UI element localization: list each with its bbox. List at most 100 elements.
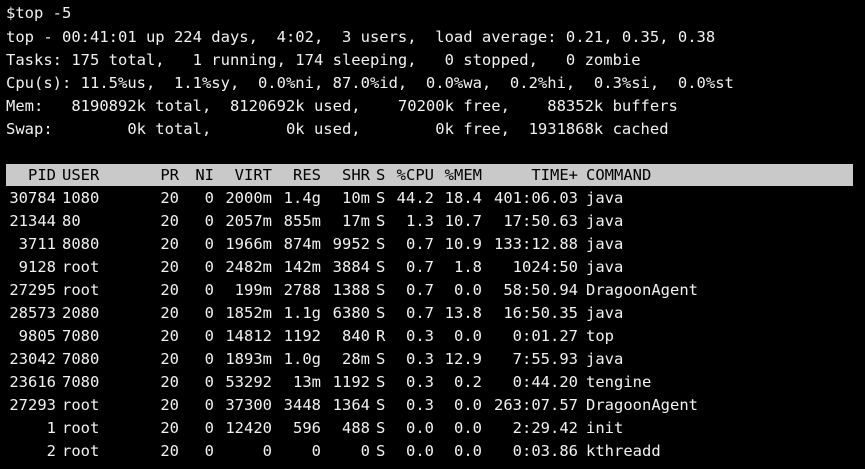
cell-user: 7080 [62,350,100,368]
cell-cpu: 0.7 [406,235,434,253]
cell-mem: 10.9 [444,235,482,253]
column-header-mem: %MEM [444,166,482,184]
cell-shr: 3884 [332,258,370,276]
cell-user: 7080 [62,373,100,391]
mem-line: Mem: 8190892k total, 8120692k used, 7020… [6,97,678,115]
cell-pr: 20 [160,396,179,414]
tasks-line: Tasks: 175 total, 1 running, 174 sleepin… [6,51,641,69]
cell-res: 2788 [283,281,321,299]
cell-command: kthreadd [586,442,661,460]
column-header-s: S [376,166,386,184]
cell-s: S [376,212,386,230]
table-row: 1 root 20 0 12420 596 488 S 0.0 0.0 2:29.42 init [0,417,865,439]
cell-virt: 1852m [225,304,272,322]
cell-shr: 9952 [332,235,370,253]
cell-shr: 6380 [332,304,370,322]
cell-pid: 21344 [9,212,56,230]
cell-res: 596 [293,419,321,437]
cell-mem: 0.2 [454,373,482,391]
cell-s: S [376,442,386,460]
cell-res: 13m [293,373,321,391]
column-header-command: COMMAND [586,166,652,184]
cell-virt: 2482m [225,258,272,276]
cell-user: 7080 [62,327,100,345]
cell-pr: 20 [160,419,179,437]
cell-time: 263:07.57 [494,396,578,414]
cell-s: S [376,350,386,368]
cell-ni: 0 [204,373,214,391]
cell-time: 0:44.20 [512,373,578,391]
cell-virt: 0 [262,442,272,460]
cell-time: 58:50.94 [503,281,578,299]
table-row: 9805 7080 20 0 14812 1192 840 R 0.3 0.0 0:01.27 top [0,325,865,347]
cell-command: DragoonAgent [586,281,698,299]
table-row: 3711 8080 20 0 1966m 874m 9952 S 0.7 10.9 133:12.8… [0,233,865,255]
cell-res: 142m [283,258,321,276]
cell-virt: 1966m [225,235,272,253]
cell-pr: 20 [160,350,179,368]
cell-cpu: 0.0 [406,419,434,437]
table-header: PID USER PR NI VIRT RES SHR S %CPU %MEM TIME+ COMMA… [0,164,865,186]
cell-s: S [376,396,386,414]
table-row: 30784 1080 20 0 2000m 1.4g 10m S 44.2 18.4 401:06.… [0,187,865,209]
cell-pr: 20 [160,258,179,276]
cell-pr: 20 [160,442,179,460]
cell-pid: 28573 [9,304,56,322]
column-header-time: TIME+ [531,166,578,184]
cell-user: root [62,419,100,437]
cell-pr: 20 [160,304,179,322]
cell-shr: 1364 [332,396,370,414]
cell-mem: 18.4 [444,189,482,207]
column-header-pid: PID [28,166,56,184]
table-row: 27293 root 20 0 37300 3448 1364 S 0.3 0.0 263:07.5… [0,394,865,416]
cell-shr: 1388 [332,281,370,299]
cell-time: 0:01.27 [512,327,578,345]
cell-mem: 13.8 [444,304,482,322]
cell-pid: 27295 [9,281,56,299]
cell-s: S [376,281,386,299]
cell-time: 1024:50 [512,258,578,276]
cell-shr: 17m [342,212,370,230]
cell-virt: 37300 [225,396,272,414]
terminal-window[interactable]: $top -5 top - 00:41:01 up 224 days, 4:02… [0,0,865,469]
cell-pid: 1 [46,419,56,437]
cell-ni: 0 [204,258,214,276]
cell-cpu: 0.7 [406,281,434,299]
cpu-line: Cpu(s): 11.5%us, 1.1%sy, 0.0%ni, 87.0%id… [6,74,734,92]
cell-res: 1.1g [283,304,321,322]
cell-mem: 0.0 [454,281,482,299]
cell-shr: 840 [342,327,370,345]
cell-cpu: 0.0 [406,442,434,460]
cell-shr: 488 [342,419,370,437]
table-row: 27295 root 20 0 199m 2788 1388 S 0.7 0.0 58:50.94 D… [0,279,865,301]
cell-virt: 2057m [225,212,272,230]
cell-virt: 12420 [225,419,272,437]
cell-ni: 0 [204,189,214,207]
cell-cpu: 0.3 [406,373,434,391]
column-header-pr: PR [160,166,179,184]
column-header-res: RES [293,166,321,184]
cell-pid: 27293 [9,396,56,414]
cell-cpu: 0.7 [406,258,434,276]
cell-command: DragoonAgent [586,396,698,414]
cell-cpu: 0.7 [406,304,434,322]
cell-command: java [586,350,624,368]
cell-mem: 0.0 [454,442,482,460]
cell-pid: 23616 [9,373,56,391]
cell-s: S [376,373,386,391]
cell-res: 0 [311,442,321,460]
cell-time: 16:50.35 [503,304,578,322]
cell-mem: 10.7 [444,212,482,230]
cell-user: root [62,281,100,299]
cell-s: S [376,419,386,437]
cell-mem: 0.0 [454,419,482,437]
column-header-ni: NI [195,166,214,184]
cell-cpu: 0.3 [406,350,434,368]
cell-shr: 10m [342,189,370,207]
cell-command: java [586,212,624,230]
cell-res: 855m [283,212,321,230]
cell-res: 1.4g [283,189,321,207]
cell-mem: 0.0 [454,396,482,414]
cell-mem: 12.9 [444,350,482,368]
cell-ni: 0 [204,212,214,230]
